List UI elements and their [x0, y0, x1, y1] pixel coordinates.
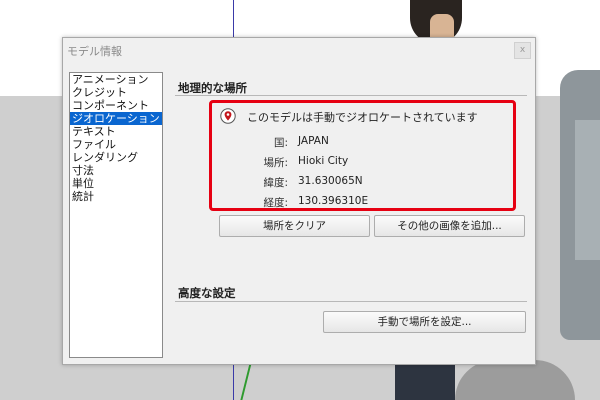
category-list[interactable]: アニメーション クレジット コンポーネント ジオロケーション テキスト ファイル…: [69, 72, 163, 358]
longitude-label: 経度:: [263, 197, 288, 209]
sidebar-item-rendering[interactable]: レンダリング: [70, 151, 162, 164]
set-manual-location-button[interactable]: 手動で場所を設定...: [323, 311, 526, 333]
clear-location-button[interactable]: 場所をクリア: [219, 215, 370, 237]
latitude-label: 緯度:: [263, 177, 288, 189]
sidebar-item-dimensions[interactable]: 寸法: [70, 164, 162, 177]
close-icon: x: [519, 45, 526, 55]
geolocation-status-text: このモデルは手動でジオロケートされています: [247, 111, 478, 124]
person-figure-coat-highlight: [575, 120, 600, 260]
advanced-section-title: 高度な設定: [178, 286, 236, 300]
person-figure-legs: [395, 360, 455, 400]
close-button[interactable]: x: [514, 42, 531, 59]
sidebar-item-statistics[interactable]: 統計: [70, 190, 162, 203]
add-more-imagery-button[interactable]: その他の画像を追加...: [374, 215, 525, 237]
location-pin-icon: [220, 108, 236, 124]
geo-section-divider: [175, 95, 527, 96]
dialog-title: モデル情報: [67, 45, 122, 58]
model-info-dialog: モデル情報 x アニメーション クレジット コンポーネント ジオロケーション テ…: [62, 37, 536, 365]
location-label: 場所:: [263, 157, 288, 169]
sidebar-item-geolocation[interactable]: ジオロケーション: [70, 112, 162, 125]
geo-section-title: 地理的な場所: [178, 81, 247, 95]
sidebar-item-components[interactable]: コンポーネント: [70, 99, 162, 112]
advanced-section-divider: [175, 301, 527, 302]
sidebar-item-units[interactable]: 単位: [70, 177, 162, 190]
sidebar-item-text[interactable]: テキスト: [70, 125, 162, 138]
sidebar-item-credits[interactable]: クレジット: [70, 86, 162, 99]
sidebar-item-file[interactable]: ファイル: [70, 138, 162, 151]
location-value: Hioki City: [298, 155, 349, 167]
country-label: 国:: [273, 137, 288, 149]
sidebar-item-animation[interactable]: アニメーション: [70, 73, 162, 86]
country-value: JAPAN: [298, 135, 329, 147]
longitude-value: 130.396310E: [298, 195, 369, 207]
figure-shadow: [455, 360, 575, 400]
latitude-value: 31.630065N: [298, 175, 363, 187]
dialog-titlebar[interactable]: モデル情報 x: [63, 38, 535, 62]
